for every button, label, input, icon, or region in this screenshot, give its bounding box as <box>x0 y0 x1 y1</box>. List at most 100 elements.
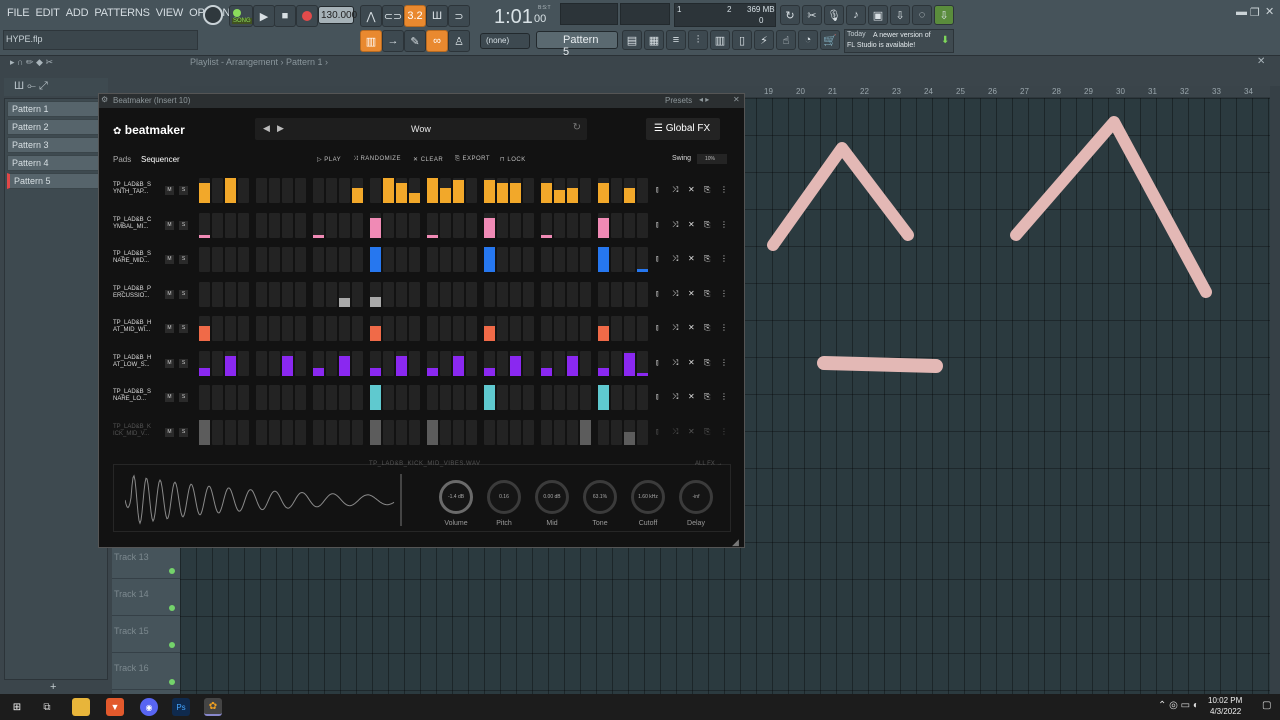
step-pad[interactable] <box>427 178 438 203</box>
step-pad[interactable] <box>238 350 249 376</box>
step-pad[interactable] <box>466 247 477 272</box>
action-clear[interactable]: ✕ CLEAR <box>413 156 443 163</box>
bars-icon[interactable]: ⫾ <box>656 427 659 437</box>
step-pad[interactable] <box>396 385 407 410</box>
step-pad[interactable] <box>339 281 350 307</box>
copy-icon[interactable]: ⎘ <box>704 392 710 402</box>
clock-date[interactable]: 4/3/2022 <box>1210 707 1241 716</box>
step-pad[interactable] <box>611 350 622 376</box>
knob-pitch[interactable]: 0.16 <box>487 480 521 514</box>
solo-button[interactable]: S <box>179 358 188 368</box>
step-pad[interactable] <box>396 178 407 203</box>
preset-bar[interactable]: ◀ ▶ Wow ↻ <box>255 118 587 140</box>
step-pad[interactable] <box>611 281 622 307</box>
mute-button[interactable]: M <box>165 427 174 437</box>
step-pad[interactable] <box>282 350 293 376</box>
step-pad[interactable] <box>295 281 306 307</box>
more-icon[interactable]: ⋮ <box>720 323 728 332</box>
step-pad[interactable] <box>225 385 236 410</box>
step-pad[interactable] <box>484 212 495 238</box>
waveform[interactable] <box>125 472 407 528</box>
step-pad[interactable] <box>199 419 210 445</box>
step-pad[interactable] <box>370 281 381 307</box>
clear-row-icon[interactable]: ✕ <box>688 185 695 194</box>
step-pad[interactable] <box>370 316 381 341</box>
fl-studio-icon[interactable]: ✿ <box>204 698 222 716</box>
step-pad[interactable] <box>225 419 236 445</box>
step-pad[interactable] <box>554 419 565 445</box>
step-pad[interactable] <box>611 212 622 238</box>
step-pad[interactable] <box>523 419 534 445</box>
step-pad[interactable] <box>396 350 407 376</box>
bars-icon[interactable]: ⫾ <box>656 289 659 299</box>
step-pad[interactable] <box>554 316 565 341</box>
step-pad[interactable] <box>427 350 438 376</box>
step-pad[interactable] <box>339 247 350 272</box>
step-pad[interactable] <box>282 281 293 307</box>
step-pad[interactable] <box>383 212 394 238</box>
more-icon[interactable]: ⋮ <box>720 358 728 367</box>
step-pad[interactable] <box>326 212 337 238</box>
step-pad[interactable] <box>510 385 521 410</box>
step-pad[interactable] <box>497 212 508 238</box>
step-pad[interactable] <box>269 385 280 410</box>
step-pad[interactable] <box>396 316 407 341</box>
step-pad[interactable] <box>580 419 591 445</box>
step-pad[interactable] <box>554 212 565 238</box>
more-icon[interactable]: ⋮ <box>720 392 728 401</box>
step-pad[interactable] <box>453 385 464 410</box>
clear-row-icon[interactable]: ✕ <box>688 254 695 263</box>
step-pad[interactable] <box>611 178 622 203</box>
step-pad[interactable] <box>427 316 438 341</box>
step-pad[interactable] <box>225 212 236 238</box>
step-pad[interactable] <box>339 419 350 445</box>
step-pad[interactable] <box>313 316 324 341</box>
row-name[interactable]: TP_LAD&B_H AT_MID_WI... <box>113 320 161 334</box>
step-pad[interactable] <box>580 178 591 203</box>
step-pad[interactable] <box>567 419 578 445</box>
shuffle-icon[interactable]: ⤨ <box>672 392 678 402</box>
clear-row-icon[interactable]: ✕ <box>688 358 695 367</box>
step-pad[interactable] <box>466 385 477 410</box>
solo-button[interactable]: S <box>179 324 188 333</box>
step-pad[interactable] <box>256 281 267 307</box>
more-icon[interactable]: ⋮ <box>720 185 728 194</box>
copy-icon[interactable]: ⎘ <box>704 289 710 299</box>
step-pad[interactable] <box>295 178 306 203</box>
step-pad[interactable] <box>510 212 521 238</box>
step-pad[interactable] <box>352 419 363 445</box>
step-pad[interactable] <box>637 281 648 307</box>
step-pad[interactable] <box>554 350 565 376</box>
step-pad[interactable] <box>313 281 324 307</box>
step-pad[interactable] <box>440 350 451 376</box>
step-pad[interactable] <box>339 212 350 238</box>
step-pad[interactable] <box>295 350 306 376</box>
step-pad[interactable] <box>370 212 381 238</box>
step-pad[interactable] <box>624 178 635 203</box>
step-pad[interactable] <box>212 419 223 445</box>
step-pad[interactable] <box>212 316 223 341</box>
step-pad[interactable] <box>352 281 363 307</box>
step-pad[interactable] <box>370 385 381 410</box>
step-pad[interactable] <box>567 247 578 272</box>
copy-icon[interactable]: ⎘ <box>704 220 710 230</box>
bars-icon[interactable]: ⫾ <box>656 220 659 230</box>
step-pad[interactable] <box>580 212 591 238</box>
step-pad[interactable] <box>352 385 363 410</box>
step-pad[interactable] <box>326 385 337 410</box>
step-pad[interactable] <box>409 281 420 307</box>
step-pad[interactable] <box>466 178 477 203</box>
step-pad[interactable] <box>580 385 591 410</box>
knob-mid[interactable]: 0.00 dB <box>535 480 569 514</box>
step-pad[interactable] <box>523 178 534 203</box>
step-pad[interactable] <box>466 419 477 445</box>
step-pad[interactable] <box>440 281 451 307</box>
step-pad[interactable] <box>440 419 451 445</box>
step-pad[interactable] <box>484 385 495 410</box>
step-pad[interactable] <box>453 212 464 238</box>
step-pad[interactable] <box>256 419 267 445</box>
next-preset-icon[interactable]: ▶ <box>277 123 284 134</box>
step-pad[interactable] <box>453 316 464 341</box>
notification-icon[interactable]: ▢ <box>1262 700 1271 711</box>
step-pad[interactable] <box>199 247 210 272</box>
